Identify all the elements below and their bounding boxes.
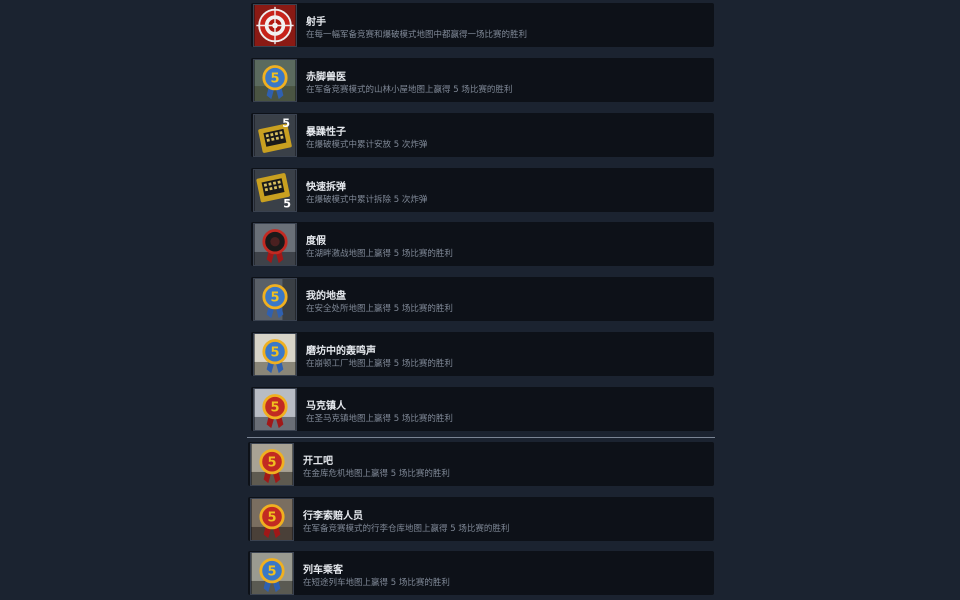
bomb-plant-icon: 5 [253,114,297,157]
achievement-title: 开工吧 [303,456,333,467]
svg-text:5: 5 [267,564,276,579]
achievement-description: 在爆破模式中累计拆除 5 次炸弹 [306,195,428,205]
achievement-description: 在爆破模式中累计安放 5 次炸弹 [306,140,428,150]
red-medal-icon [253,223,297,266]
blue-medal-icon: 5 [250,552,294,595]
achievement-title: 快速拆弹 [306,182,346,193]
achievement-row[interactable]: 度假 在湖畔激战地图上赢得 5 场比赛的胜利 [251,222,714,266]
red-medal-icon: 5 [250,498,294,541]
achievement-title: 列车乘客 [303,565,343,576]
achievement-row[interactable]: 5 行李索赔人员 在军备竞赛模式的行李仓库地图上赢得 5 场比赛的胜利 [248,497,714,541]
achievement-description: 在湖畔激战地图上赢得 5 场比赛的胜利 [306,249,453,259]
achievement-row[interactable]: 5 马克镇人 在圣马克镇地图上赢得 5 场比赛的胜利 [251,387,714,431]
achievement-title: 射手 [306,17,326,28]
svg-text:5: 5 [270,400,279,415]
achievement-row[interactable]: 5 暴躁性子 在爆破模式中累计安放 5 次炸弹 [251,113,714,157]
achievement-description: 在每一幅军备竞赛和爆破模式地图中都赢得一场比赛的胜利 [306,30,528,40]
achievement-description: 在军备竞赛模式的行李仓库地图上赢得 5 场比赛的胜利 [303,524,510,534]
achievement-row[interactable]: 5 磨坊中的轰鸣声 在崩顿工厂地图上赢得 5 场比赛的胜利 [251,332,714,376]
achievement-title: 度假 [306,236,326,247]
svg-text:5: 5 [282,117,290,130]
achievement-description: 在军备竞赛模式的山林小屋地图上赢得 5 场比赛的胜利 [306,85,513,95]
achievement-row[interactable]: 射手 在每一幅军备竞赛和爆破模式地图中都赢得一场比赛的胜利 [251,3,714,47]
achievement-title: 磨坊中的轰鸣声 [306,346,376,357]
blue-medal-icon: 5 [253,59,297,102]
achievement-row[interactable]: 5 我的地盘 在安全处所地图上赢得 5 场比赛的胜利 [251,277,714,321]
svg-text:5: 5 [267,510,276,525]
achievement-description: 在崩顿工厂地图上赢得 5 场比赛的胜利 [306,359,453,369]
achievement-list: 射手 在每一幅军备竞赛和爆破模式地图中都赢得一场比赛的胜利 5 赤脚兽医 在军备… [247,0,717,600]
achievement-title: 暴躁性子 [306,127,346,138]
svg-text:5: 5 [270,345,279,360]
achievement-row[interactable]: 5 快速拆弹 在爆破模式中累计拆除 5 次炸弹 [251,168,714,212]
achievement-description: 在短途列车地图上赢得 5 场比赛的胜利 [303,578,450,588]
achievement-description: 在圣马克镇地图上赢得 5 场比赛的胜利 [306,414,453,424]
achievement-description: 在安全处所地图上赢得 5 场比赛的胜利 [306,304,453,314]
achievement-title: 我的地盘 [306,291,346,302]
section-divider [247,437,715,438]
red-medal-icon: 5 [253,388,297,431]
svg-text:5: 5 [267,455,276,470]
red-medal-icon: 5 [250,443,294,486]
achievement-row[interactable]: 5 开工吧 在金库危机地图上赢得 5 场比赛的胜利 [248,442,714,486]
svg-text:5: 5 [270,71,279,86]
achievement-row[interactable]: 5 赤脚兽医 在军备竞赛模式的山林小屋地图上赢得 5 场比赛的胜利 [251,58,714,102]
achievement-title: 行李索赔人员 [303,511,363,522]
target-icon [253,4,297,47]
svg-text:5: 5 [270,290,279,305]
achievement-description: 在金库危机地图上赢得 5 场比赛的胜利 [303,469,450,479]
bomb-defuse-icon: 5 [253,169,297,212]
achievement-title: 马克镇人 [306,401,346,412]
blue-medal-icon: 5 [253,278,297,321]
svg-text:5: 5 [283,197,291,210]
achievement-row[interactable]: 5 列车乘客 在短途列车地图上赢得 5 场比赛的胜利 [248,551,714,595]
blue-medal-icon: 5 [253,333,297,376]
achievement-title: 赤脚兽医 [306,72,346,83]
